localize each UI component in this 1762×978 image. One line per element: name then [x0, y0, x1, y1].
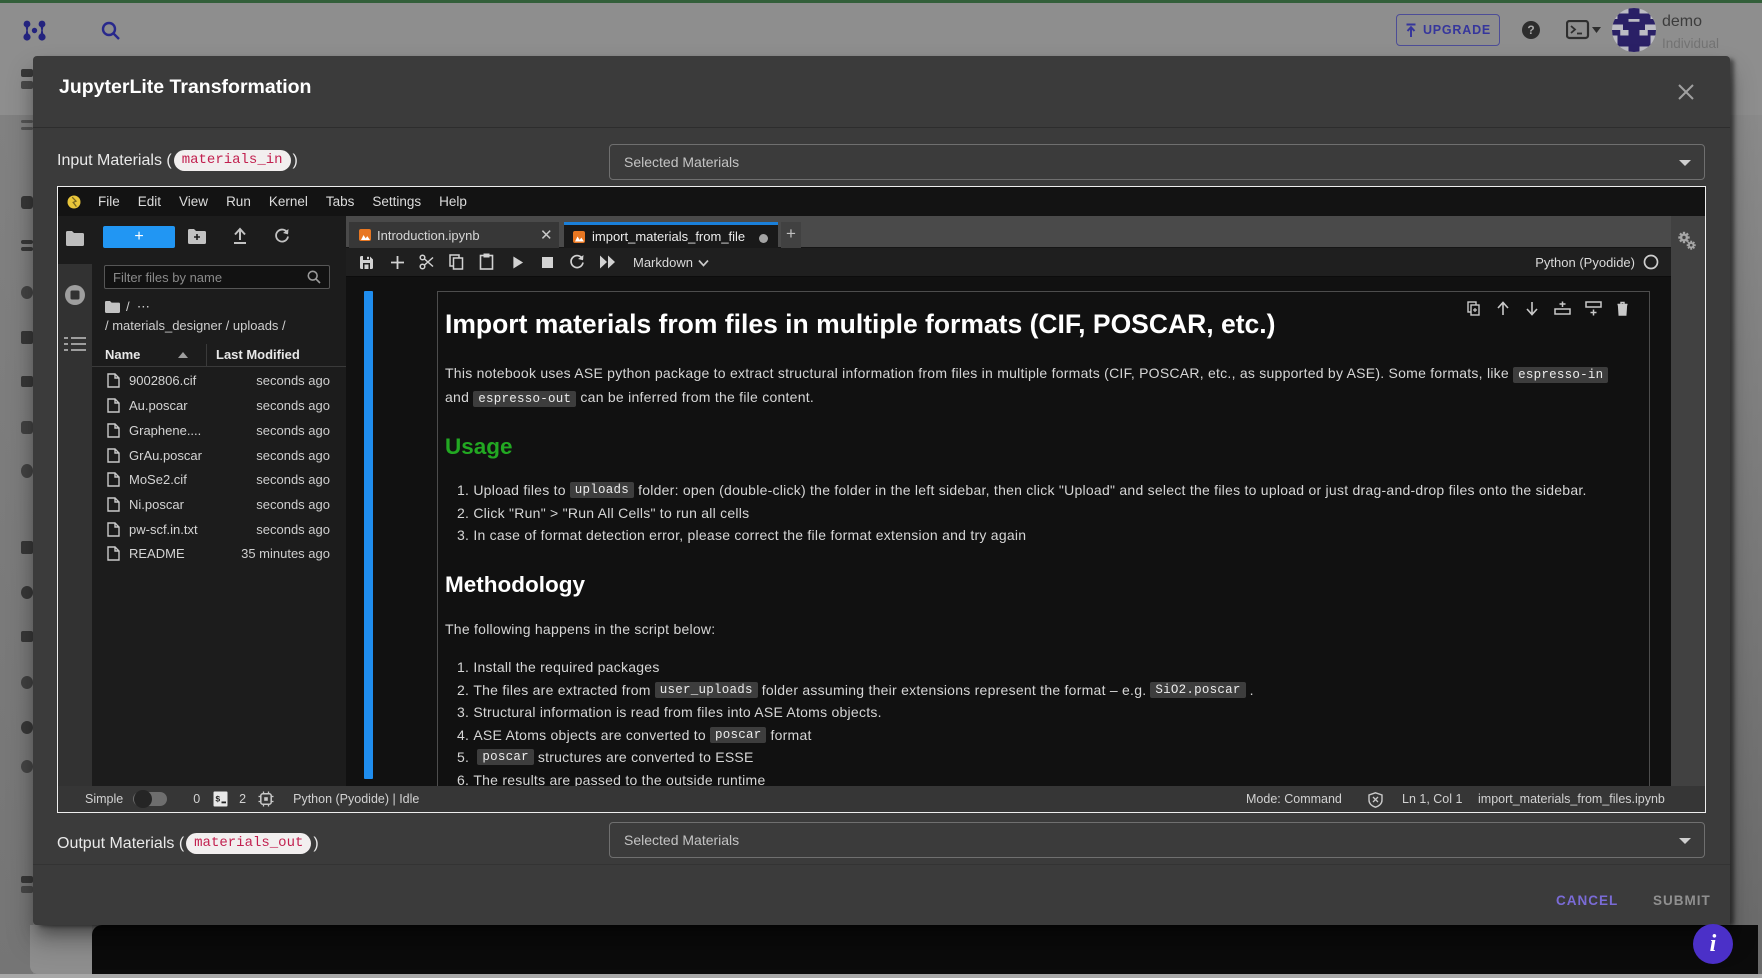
svg-text:$: $ — [215, 795, 220, 805]
